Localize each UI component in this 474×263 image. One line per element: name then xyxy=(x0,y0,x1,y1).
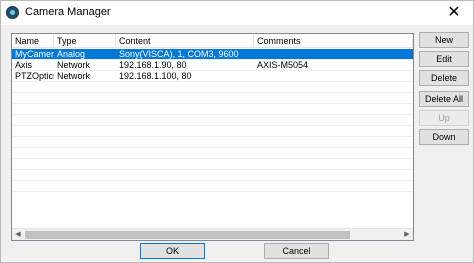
cell-type: Network xyxy=(57,60,91,70)
cell-comments xyxy=(254,71,413,82)
table-row[interactable]: MyCameraAnalog Sony(VISCA), 1, COM3, 9600 xyxy=(12,49,413,60)
list-header: Name Type Content Comments xyxy=(12,34,413,48)
column-header-comments[interactable]: Comments xyxy=(254,34,413,48)
table-row[interactable]: Axis Network 192.168.1.90, 80 AXIS-M5054 xyxy=(12,60,413,71)
table-row[interactable] xyxy=(12,159,413,170)
table-row[interactable] xyxy=(12,104,413,115)
horizontal-scrollbar[interactable]: ◀ ▶ xyxy=(12,228,413,240)
table-row[interactable] xyxy=(12,181,413,192)
edit-button[interactable]: Edit xyxy=(419,51,469,67)
column-header-name[interactable]: Name xyxy=(12,34,54,48)
cell-comments: AXIS-M5054 xyxy=(257,60,309,70)
table-row[interactable]: PTZOptics Network 192.168.1.100, 80 xyxy=(12,71,413,82)
up-button[interactable]: Up xyxy=(419,110,469,126)
delete-button[interactable]: Delete xyxy=(419,70,469,86)
down-button[interactable]: Down xyxy=(419,129,469,145)
cell-type: Analog xyxy=(57,49,86,59)
window-title: Camera Manager xyxy=(25,6,111,18)
scroll-left-icon[interactable]: ◀ xyxy=(12,229,24,240)
cell-content: 192.168.1.100, 80 xyxy=(119,71,192,81)
table-row[interactable] xyxy=(12,148,413,159)
scrollbar-thumb[interactable] xyxy=(25,231,350,239)
cell-type: Network xyxy=(57,71,91,81)
title-bar: Camera Manager ✕ xyxy=(1,1,473,25)
column-header-type[interactable]: Type xyxy=(54,34,116,48)
cancel-button[interactable]: Cancel xyxy=(264,243,329,259)
delete-all-button[interactable]: Delete All xyxy=(419,91,469,107)
ok-button[interactable]: OK xyxy=(140,243,205,259)
table-row[interactable] xyxy=(12,137,413,148)
camera-manager-window: Camera Manager ✕ Name Type Content Comme… xyxy=(0,0,474,263)
cell-name: PTZOptics xyxy=(15,71,54,81)
cell-content: Sony(VISCA), 1, COM3, 9600 xyxy=(119,49,239,59)
table-row[interactable] xyxy=(12,82,413,93)
table-row[interactable] xyxy=(12,93,413,104)
close-icon[interactable]: ✕ xyxy=(439,2,469,23)
table-row[interactable] xyxy=(12,170,413,181)
cell-name: Axis xyxy=(15,60,33,70)
cell-content: 192.168.1.90, 80 xyxy=(119,60,187,70)
new-button[interactable]: New xyxy=(419,32,469,48)
table-row[interactable] xyxy=(12,115,413,126)
cell-comments xyxy=(254,49,413,60)
column-header-content[interactable]: Content xyxy=(116,34,254,48)
camera-list[interactable]: Name Type Content Comments MyCameraAnalo… xyxy=(11,33,414,241)
cell-name: MyCamera xyxy=(15,49,54,59)
camera-lens-icon xyxy=(6,6,19,19)
table-row[interactable] xyxy=(12,126,413,137)
scroll-right-icon[interactable]: ▶ xyxy=(401,229,413,240)
